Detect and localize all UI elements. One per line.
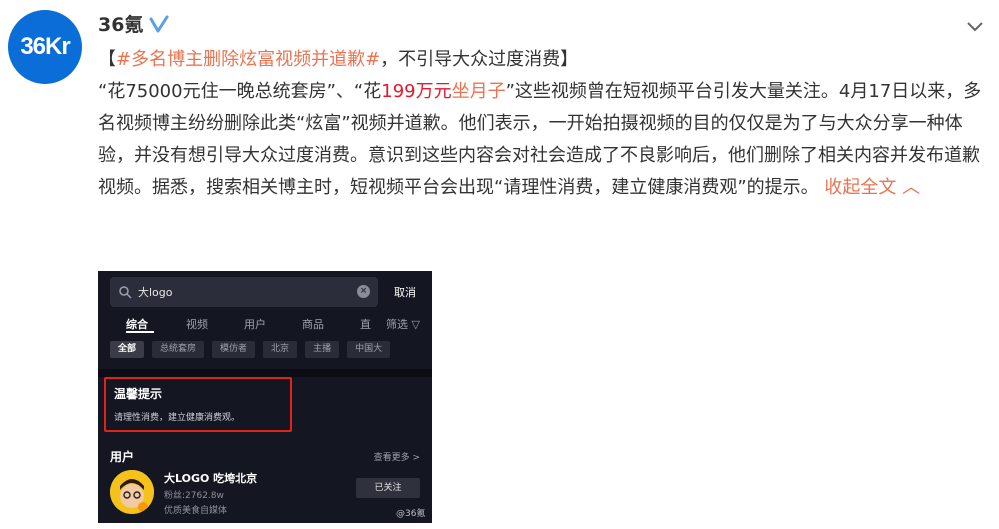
filter-icon: ▽ xyxy=(411,318,420,331)
filter-chips: 全部 总统套房 模仿者 北京 主播 中国大 xyxy=(110,341,391,363)
watermark: @36氪 xyxy=(396,509,426,519)
user-desc: 优质美食自媒体 xyxy=(164,506,228,516)
title-bracket: 【 xyxy=(98,49,116,70)
tab-all: 综合 xyxy=(126,318,148,331)
topic-link[interactable]: 坐月子 xyxy=(452,81,506,102)
post-text: 【#多名博主删除炫富视频并道歉#，不引导大众过度消费】 “花75000元住一晚总… xyxy=(98,44,990,204)
highlight-amount: 199万元 xyxy=(381,81,452,102)
collapse-link[interactable]: 收起全文 ︿ xyxy=(824,177,920,198)
warning-tip-box: 温馨提示 请理性消费，建立健康消费观。 xyxy=(104,377,292,432)
title-rest: ，不引导大众过度消费】 xyxy=(380,49,579,70)
user-avatar-image xyxy=(110,470,154,514)
see-more: 查看更多 > xyxy=(373,453,420,463)
collapse-label: 收起全文 xyxy=(824,177,897,198)
follow-status: 已关注 xyxy=(356,478,420,498)
tab-filter: 筛选 ▽ xyxy=(386,316,420,332)
chip: 主播 xyxy=(305,341,340,358)
chip: 全部 xyxy=(110,341,145,358)
chip: 北京 xyxy=(263,341,298,358)
account-name-text[interactable]: 36氪 xyxy=(98,10,143,37)
search-bar: 大logo × xyxy=(110,277,378,307)
account-name[interactable]: 36氪 xyxy=(98,10,169,37)
filter-label: 筛选 xyxy=(386,318,408,331)
chip: 总统套房 xyxy=(152,341,205,358)
divider xyxy=(98,369,432,377)
tab-video: 视频 xyxy=(186,318,208,331)
search-icon xyxy=(119,286,132,299)
verified-icon xyxy=(149,15,169,32)
tab-live: 直 xyxy=(360,318,371,331)
tab-underline xyxy=(126,331,154,333)
account-avatar[interactable]: 36Kr xyxy=(8,10,82,84)
user-avatar xyxy=(110,470,154,514)
search-value: 大logo xyxy=(138,286,173,299)
tab-user: 用户 xyxy=(244,318,266,331)
hashtag-link[interactable]: #多名博主删除炫富视频并道歉# xyxy=(116,49,380,70)
users-header: 用户 xyxy=(110,450,135,464)
tip-text: 请理性消费，建立健康消费观。 xyxy=(114,413,241,423)
user-fans: 粉丝:2762.8w xyxy=(164,491,224,501)
embedded-screenshot[interactable]: 大logo × 取消 综合 视频 用户 商品 直 筛选 ▽ 全部 总统套房 模仿… xyxy=(98,271,432,523)
chevron-down-icon[interactable] xyxy=(965,16,985,36)
clear-icon: × xyxy=(357,285,370,298)
tip-title: 温馨提示 xyxy=(114,387,163,401)
user-name: 大LOGO 吃垮北京 xyxy=(164,472,258,485)
avatar-logo: 36Kr xyxy=(20,33,70,60)
chip: 中国大 xyxy=(347,341,391,358)
chip: 模仿者 xyxy=(212,341,256,358)
post-body-1: “花75000元住一晚总统套房”、“花 xyxy=(98,81,382,102)
cancel-label: 取消 xyxy=(394,286,416,299)
tab-goods: 商品 xyxy=(302,318,324,331)
